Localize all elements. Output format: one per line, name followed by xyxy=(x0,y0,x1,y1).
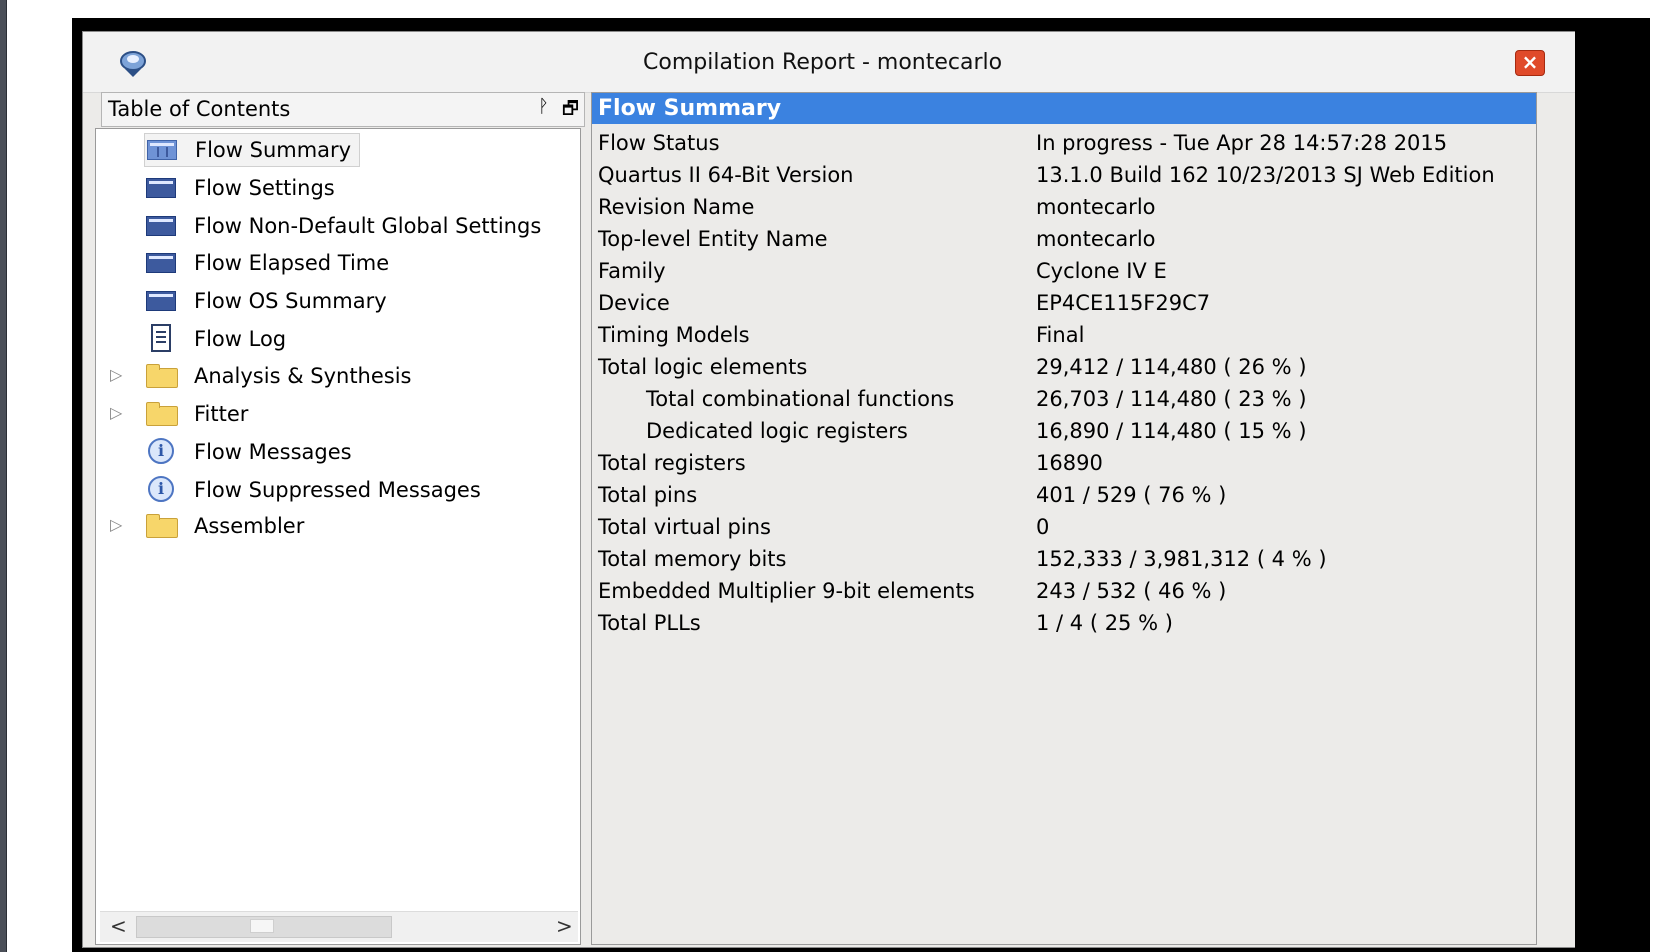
expand-arrow-icon[interactable]: ▷ xyxy=(110,403,122,422)
toc-item-label: Analysis & Synthesis xyxy=(194,364,412,388)
window-frame-right xyxy=(1575,31,1650,948)
close-button[interactable]: × xyxy=(1515,50,1545,76)
scroll-thumb[interactable] xyxy=(250,919,274,933)
document-icon xyxy=(144,324,178,352)
toc-item-label: Flow Elapsed Time xyxy=(194,251,390,275)
toc-item-flow-os-summary[interactable]: Flow OS Summary xyxy=(144,284,387,318)
row-value: 13.1.0 Build 162 10/23/2013 SJ Web Editi… xyxy=(1036,163,1495,187)
row-value: 29,412 / 114,480 ( 26 % ) xyxy=(1036,355,1307,379)
row-key: Embedded Multiplier 9-bit elements xyxy=(598,579,975,603)
toc-item-flow-messages[interactable]: i Flow Messages xyxy=(144,435,352,469)
panel-title: Flow Summary xyxy=(592,93,1536,124)
row-key: Device xyxy=(598,291,670,315)
left-window-edge xyxy=(0,0,7,952)
toc-item-label: Flow Non-Default Global Settings xyxy=(194,214,542,238)
toc-item-flow-elapsed-time[interactable]: Flow Elapsed Time xyxy=(144,246,389,280)
row-key: Flow Status xyxy=(598,131,720,155)
horizontal-scrollbar[interactable]: < > xyxy=(100,911,578,942)
row-value: 401 / 529 ( 76 % ) xyxy=(1036,483,1227,507)
row-value: 243 / 532 ( 46 % ) xyxy=(1036,579,1227,603)
toc-item-fitter[interactable]: Fitter xyxy=(144,397,248,431)
toc-item-analysis-synthesis[interactable]: Analysis & Synthesis xyxy=(144,359,412,393)
flow-summary-panel: Flow Summary Flow Status In progress - T… xyxy=(591,92,1537,945)
toc-title: Table of Contents xyxy=(108,97,291,121)
compilation-report-window: Compilation Report - montecarlo × Table … xyxy=(82,31,1640,948)
row-key: Total PLLs xyxy=(598,611,701,635)
row-value: 152,333 / 3,981,312 ( 4 % ) xyxy=(1036,547,1327,571)
row-key: Timing Models xyxy=(598,323,750,347)
folder-icon xyxy=(144,514,178,538)
toc-item-flow-non-default-global-settings[interactable]: Flow Non-Default Global Settings xyxy=(144,209,541,243)
row-value: 16,890 / 114,480 ( 15 % ) xyxy=(1036,419,1307,443)
row-value: In progress - Tue Apr 28 14:57:28 2015 xyxy=(1036,131,1448,155)
expand-arrow-icon[interactable]: ▷ xyxy=(110,365,122,384)
toc-item-flow-log[interactable]: Flow Log xyxy=(144,322,286,356)
scroll-right-icon[interactable]: > xyxy=(556,914,573,938)
toc-item-label: Flow OS Summary xyxy=(194,289,387,313)
row-value: 1 / 4 ( 25 % ) xyxy=(1036,611,1173,635)
toc-item-label: Flow Log xyxy=(194,327,287,351)
row-key: Total logic elements xyxy=(598,355,808,379)
expand-arrow-icon[interactable]: ▷ xyxy=(110,515,122,534)
row-key: Total registers xyxy=(598,451,746,475)
toc-item-flow-suppressed-messages[interactable]: i Flow Suppressed Messages xyxy=(144,473,481,507)
row-key: Total pins xyxy=(598,483,698,507)
row-value: montecarlo xyxy=(1036,227,1156,251)
info-icon: i xyxy=(144,438,178,464)
row-key: Total combinational functions xyxy=(646,387,955,411)
toc-item-label: Flow Messages xyxy=(194,440,352,464)
close-icon: × xyxy=(1521,50,1539,74)
table-icon xyxy=(144,214,178,238)
scroll-left-icon[interactable]: < xyxy=(110,914,127,938)
float-window-icon[interactable]: 🗗 xyxy=(562,96,579,126)
row-key: Family xyxy=(598,259,666,283)
toc-item-label: Flow Suppressed Messages xyxy=(194,478,481,502)
toc-item-label: Flow Summary xyxy=(195,138,352,162)
row-value: 16890 xyxy=(1036,451,1103,475)
folder-icon xyxy=(144,402,178,426)
toc-item-flow-settings[interactable]: Flow Settings xyxy=(144,171,335,205)
row-key: Total memory bits xyxy=(598,547,787,571)
row-value: Cyclone IV E xyxy=(1036,259,1167,283)
table-icon xyxy=(144,251,178,275)
row-key: Revision Name xyxy=(598,195,755,219)
toc-item-label: Assembler xyxy=(194,514,305,538)
row-key: Total virtual pins xyxy=(598,515,771,539)
toc-tree: Flow Summary Flow Settings Flow Non-Defa… xyxy=(95,128,581,945)
row-value: 0 xyxy=(1036,515,1050,539)
toc-item-label: Fitter xyxy=(194,402,249,426)
pin-icon[interactable]: ᚹ xyxy=(538,96,549,117)
row-value: montecarlo xyxy=(1036,195,1156,219)
table-icon xyxy=(144,289,178,313)
title-bar[interactable]: Compilation Report - montecarlo × xyxy=(83,32,1578,93)
table-icon xyxy=(144,176,178,200)
row-key: Top-level Entity Name xyxy=(598,227,828,251)
row-key: Quartus II 64-Bit Version xyxy=(598,163,854,187)
folder-icon xyxy=(144,364,178,388)
row-value: Final xyxy=(1036,323,1085,347)
window-title: Compilation Report - montecarlo xyxy=(643,50,1003,75)
info-icon: i xyxy=(144,476,178,502)
row-value: EP4CE115F29C7 xyxy=(1036,291,1211,315)
toc-item-flow-summary[interactable]: Flow Summary xyxy=(144,133,361,167)
app-icon xyxy=(120,51,146,77)
toc-item-assembler[interactable]: Assembler xyxy=(144,509,304,543)
table-icon xyxy=(145,138,179,162)
toc-header: Table of Contents ᚹ 🗗 xyxy=(101,92,585,127)
row-value: 26,703 / 114,480 ( 23 % ) xyxy=(1036,387,1307,411)
row-key: Dedicated logic registers xyxy=(646,419,908,443)
toc-item-label: Flow Settings xyxy=(194,176,335,200)
